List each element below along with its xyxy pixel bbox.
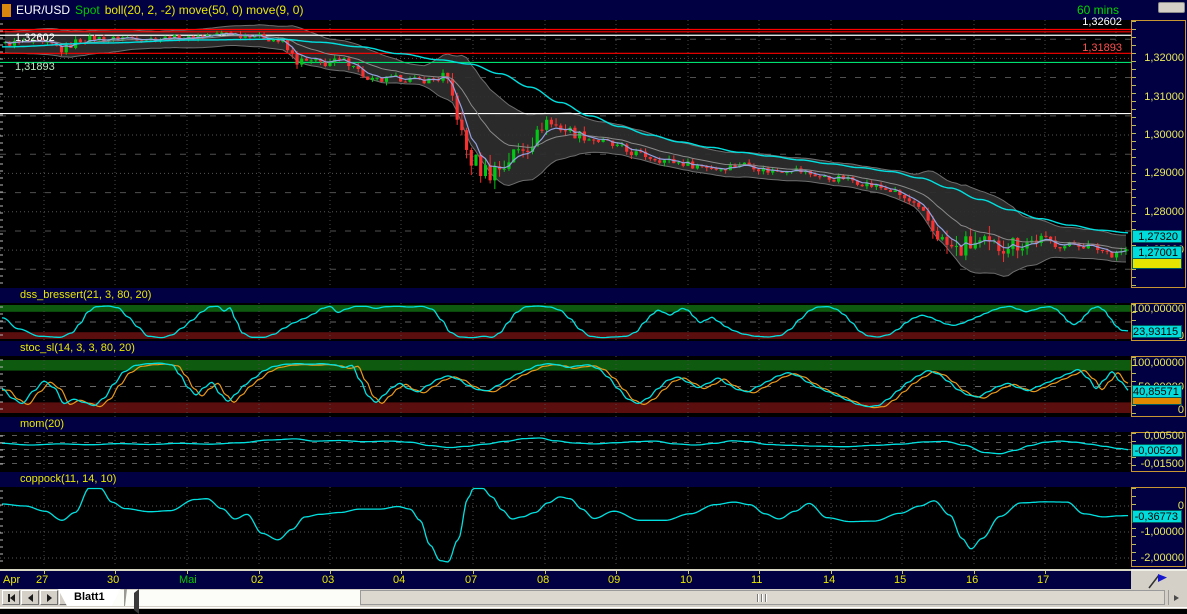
indicator-axis-label: 100,00000: [1132, 358, 1184, 369]
time-axis[interactable]: Apr 27 30 Mai 02 03 04 07 08 09 10 11 14 15 16 17: [0, 569, 1131, 589]
axis-corner: [1131, 569, 1187, 589]
main-price-chart[interactable]: [0, 20, 1131, 288]
current-value-box: 1,27001: [1132, 246, 1182, 259]
indicator-value-box: -0,36773: [1132, 510, 1182, 523]
time-axis-label: 07: [465, 575, 477, 586]
time-axis-tick: [759, 571, 760, 574]
blue-flag-icon[interactable]: [1145, 572, 1173, 590]
time-axis-tick: [974, 571, 975, 574]
price-level-label-left: 1,32602: [15, 33, 55, 44]
price-axis-label: 1,28000: [1144, 207, 1184, 218]
tab-scroll-left-icon[interactable]: [134, 593, 139, 611]
time-axis-label: 11: [751, 575, 762, 586]
sheet-tab-label: Blatt1: [74, 591, 105, 603]
scroll-right-button[interactable]: [1168, 590, 1184, 605]
studies-label: boll(20, 2, -2) move(50, 0) move(9, 0): [105, 3, 304, 17]
time-axis-tick: [688, 571, 689, 574]
panel-title: mom(20): [20, 418, 64, 430]
time-axis-label: Mai: [179, 575, 197, 586]
first-sheet-button[interactable]: [2, 590, 20, 605]
sheet-tab-blatt1[interactable]: Blatt1: [58, 589, 121, 606]
time-axis-label: 30: [107, 575, 119, 586]
window-corner-box[interactable]: [1158, 2, 1185, 13]
indicator-axis-label: -1,00000: [1141, 527, 1184, 538]
scrollbar-grip[interactable]: [757, 594, 767, 602]
time-axis-tick: [44, 571, 45, 574]
panel-header-mom: mom(20): [0, 417, 1187, 432]
indicator-axis-label: 0,00500: [1144, 431, 1184, 442]
panel-header-stoc: stoc_sl(14, 3, 3, 80, 20): [0, 341, 1187, 356]
trading-chart-window: EUR/USD Spot boll(20, 2, -2) move(50, 0)…: [0, 0, 1187, 609]
time-axis-tick: [831, 571, 832, 574]
panel-header-cop: coppock(11, 14, 10): [0, 472, 1187, 487]
price-level-label-right: 1,31893: [1040, 43, 1122, 54]
price-axis-label: 1,32000: [1144, 53, 1184, 64]
instrument-market: Spot: [75, 3, 100, 17]
price-level-label-right: 1,32602: [1040, 17, 1122, 28]
price-axis-column[interactable]: 1,32000 1,31000 1,30000 1,29000 1,28000 1,270…: [1131, 20, 1187, 569]
time-axis-label: 27: [36, 575, 48, 586]
panel-title: stoc_sl(14, 3, 3, 80, 20): [20, 342, 135, 354]
indicator-value-box: -0,00520: [1132, 444, 1182, 457]
time-axis-label: 08: [537, 575, 549, 586]
price-axis-label: 1,29000: [1144, 168, 1184, 179]
panel-plot-stoc[interactable]: [0, 356, 1131, 417]
next-sheet-button[interactable]: [40, 590, 58, 605]
current-value-box: 1,27320: [1132, 230, 1182, 243]
indicator-axis-label: 100,00000: [1132, 304, 1184, 315]
time-axis-tick: [259, 571, 260, 574]
instrument-icon: [2, 4, 11, 17]
instrument-symbol: EUR/USD: [16, 3, 70, 17]
horizontal-scrollbar[interactable]: [360, 590, 1165, 605]
panel-plot-dss[interactable]: [0, 303, 1131, 341]
panel-header-dss: dss_bressert(21, 3, 80, 20): [0, 288, 1187, 303]
panel-plot-cop[interactable]: [0, 487, 1131, 567]
prev-sheet-button[interactable]: [21, 590, 39, 605]
time-axis-label: 17: [1037, 575, 1049, 586]
panel-title: coppock(11, 14, 10): [20, 473, 116, 485]
time-axis-tick: [545, 571, 546, 574]
time-axis-label: 04: [393, 575, 405, 586]
time-axis-tick: [616, 571, 617, 574]
time-axis-label: Apr: [3, 575, 20, 586]
time-axis-label: 10: [680, 575, 692, 586]
sheet-tab-bar: Blatt1: [0, 589, 1187, 607]
price-level-label-left: 1,31893: [15, 62, 55, 73]
time-axis-label: 16: [966, 575, 978, 586]
price-axis-label: 1,31000: [1144, 92, 1184, 103]
time-axis-tick: [115, 571, 116, 574]
time-axis-tick: [902, 571, 903, 574]
time-axis-tick: [330, 571, 331, 574]
timeframe-label: 60 mins: [1077, 3, 1119, 17]
price-axis-label: 1,30000: [1144, 130, 1184, 141]
indicator-axis-label: -2,00000: [1141, 553, 1184, 564]
indicator-axis-label: 0: [1178, 405, 1184, 416]
time-axis-label: 03: [322, 575, 334, 586]
time-axis-label: 14: [823, 575, 835, 586]
indicator-value-box: 23,93115: [1132, 325, 1182, 338]
time-axis-tick: [187, 571, 188, 574]
chart-title-bar: EUR/USD Spot boll(20, 2, -2) move(50, 0)…: [0, 0, 1187, 20]
time-axis-label: 02: [251, 575, 263, 586]
time-axis-tick: [473, 571, 474, 574]
time-axis-label: 09: [608, 575, 620, 586]
panel-plot-mom[interactable]: [0, 432, 1131, 472]
time-axis-tick: [1045, 571, 1046, 574]
time-axis-label: 15: [894, 575, 906, 586]
indicator-value-box: 40,85571: [1132, 385, 1182, 398]
indicator-axis-label: -0,01500: [1141, 459, 1184, 470]
panel-title: dss_bressert(21, 3, 80, 20): [20, 289, 151, 301]
time-axis-tick: [401, 571, 402, 574]
